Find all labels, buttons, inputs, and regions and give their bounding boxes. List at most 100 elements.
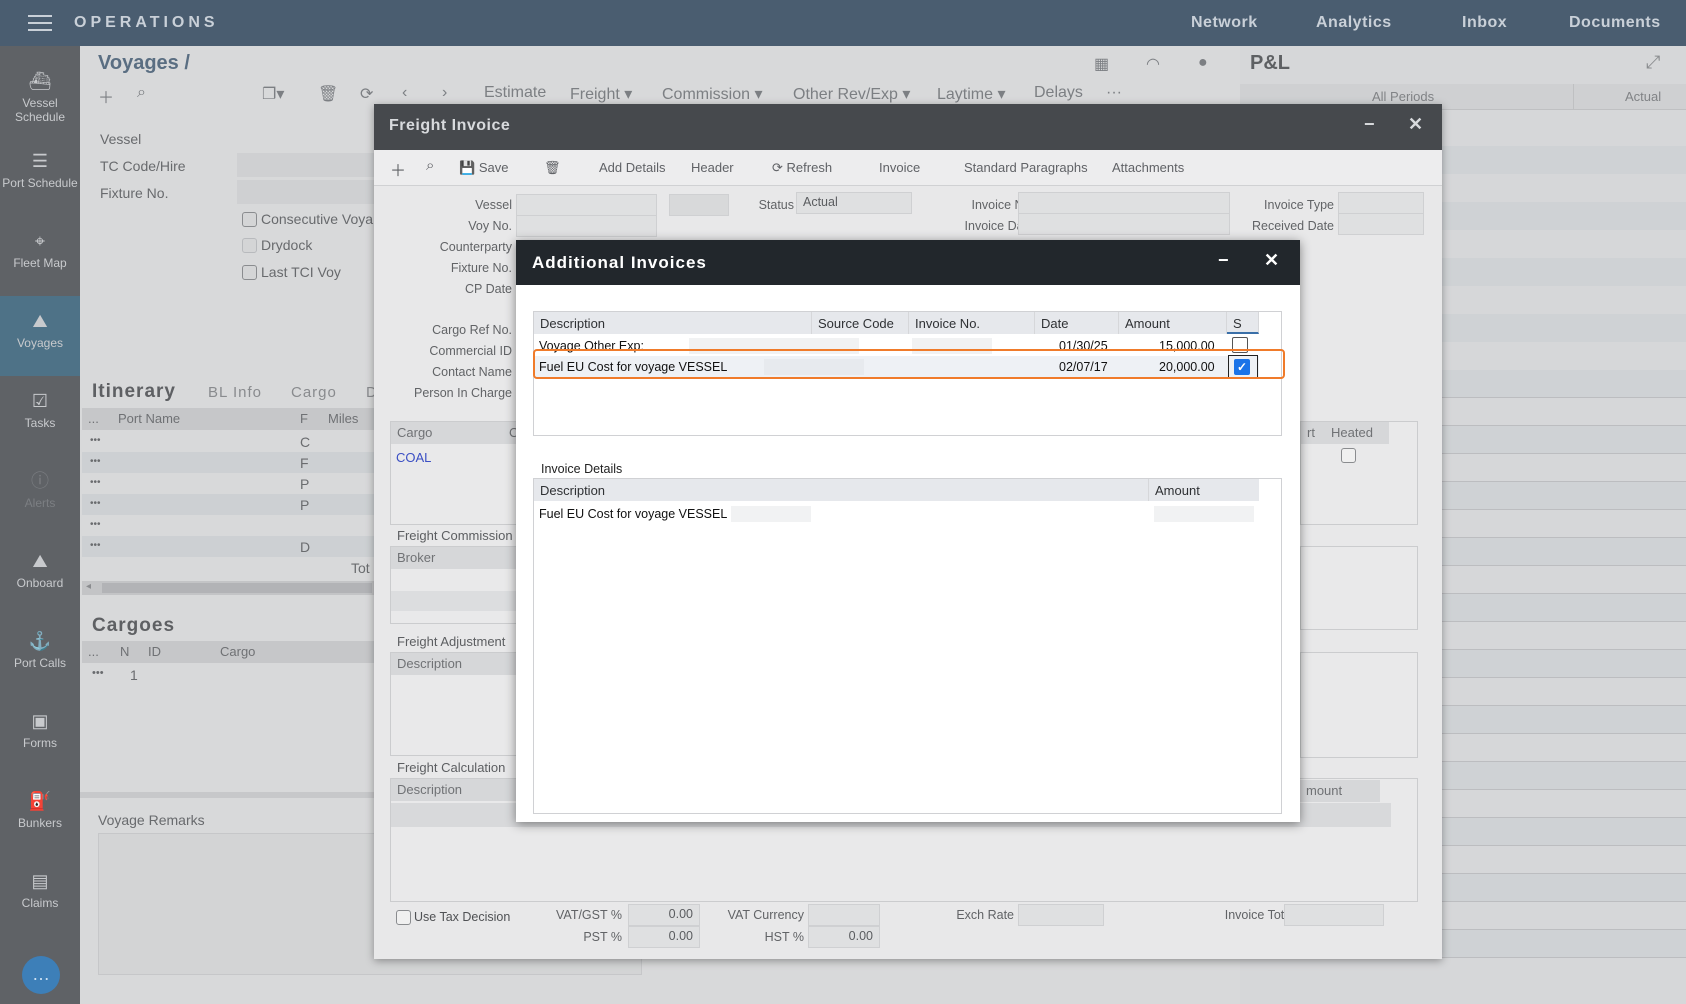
sidebar-item-tasks[interactable]: ☑ Tasks xyxy=(0,376,80,456)
refresh-label: Refresh xyxy=(786,160,833,175)
globe-icon[interactable]: ● xyxy=(1198,54,1208,72)
tc-code-input[interactable] xyxy=(237,153,377,177)
consecutive-voyage-checkbox[interactable] xyxy=(242,212,257,227)
scroll-left-icon[interactable]: ◂ xyxy=(86,581,91,592)
table-row[interactable]: ••• xyxy=(82,515,374,536)
menu-laytime[interactable]: Laytime ▾ xyxy=(937,84,1006,104)
menu-delays[interactable]: Delays xyxy=(1034,84,1083,102)
minimize-icon[interactable]: − xyxy=(1364,114,1375,135)
nav-inbox[interactable]: Inbox xyxy=(1462,14,1507,32)
pl-row xyxy=(1442,454,1686,482)
menu-commission[interactable]: Commission ▾ xyxy=(662,84,763,104)
vat-currency-input[interactable] xyxy=(808,904,880,926)
chat-icon[interactable]: … xyxy=(22,956,60,994)
add-icon[interactable]: ＋ xyxy=(98,84,114,108)
table-row[interactable] xyxy=(391,591,531,611)
search-icon[interactable]: ⌕ xyxy=(426,157,434,174)
add-details-button[interactable]: Add Details xyxy=(599,160,665,175)
hamburger-menu-icon[interactable] xyxy=(28,15,52,31)
vessel-input[interactable] xyxy=(516,194,657,216)
search-icon[interactable]: ⌕ xyxy=(137,84,146,102)
gantt-icon: ☰ xyxy=(31,151,49,171)
counterparty-label: Counterparty xyxy=(439,240,512,254)
nav-analytics[interactable]: Analytics xyxy=(1316,14,1392,32)
sidebar-item-forms[interactable]: ▣ Forms xyxy=(0,696,80,776)
scrollbar-thumb[interactable] xyxy=(102,583,372,593)
invoice-button[interactable]: Invoice xyxy=(879,160,920,175)
row-actions-icon[interactable]: ••• xyxy=(92,667,104,679)
table-row[interactable]: ••• P xyxy=(82,473,374,494)
sidebar-item-alerts[interactable]: ⓘ Alerts xyxy=(0,456,80,536)
grid-view-icon[interactable]: ▦ xyxy=(1094,54,1109,74)
row-actions-icon[interactable]: ••• xyxy=(90,435,101,446)
fixture-input[interactable] xyxy=(237,180,377,204)
nav-network[interactable]: Network xyxy=(1191,14,1258,32)
row-actions-icon[interactable]: ••• xyxy=(90,540,101,551)
received-date-input[interactable] xyxy=(1338,213,1424,235)
next-icon[interactable]: › xyxy=(442,84,447,102)
cargo-link-coal[interactable]: COAL xyxy=(396,450,431,465)
row-actions-icon[interactable]: ••• xyxy=(90,477,101,488)
pl-row xyxy=(1442,146,1686,174)
invoice-no-input[interactable] xyxy=(1018,192,1230,214)
table-row[interactable]: ••• P xyxy=(82,494,374,515)
vat-gst-input[interactable]: 0.00 xyxy=(628,904,700,926)
menu-other-rev-exp[interactable]: Other Rev/Exp ▾ xyxy=(793,84,910,104)
voy-no-input[interactable] xyxy=(516,215,657,237)
sidebar-item-onboard[interactable]: ⛰ Onboard xyxy=(0,536,80,616)
tab-cargo[interactable]: Cargo xyxy=(291,384,337,401)
invoice-type-input[interactable] xyxy=(1338,192,1424,214)
table-row[interactable]: Fuel EU Cost for voyage VESSEL xyxy=(534,503,1259,525)
row-actions-icon[interactable]: ••• xyxy=(90,456,101,467)
drydock-checkbox[interactable] xyxy=(242,238,257,253)
sidebar-item-claims[interactable]: ▤ Claims xyxy=(0,856,80,936)
delete-icon[interactable]: 🗑 xyxy=(318,84,338,104)
last-tci-voy-checkbox[interactable] xyxy=(242,265,257,280)
close-icon[interactable]: ✕ xyxy=(1264,250,1280,271)
sidebar-item-voyages[interactable]: ⛰ Voyages xyxy=(0,296,80,376)
freight-invoice-toolbar: ＋ ⌕ 💾 Save 🗑 Add Details Header ⟳ Refres… xyxy=(374,150,1442,186)
sidebar-item-port-calls[interactable]: ⚓ Port Calls xyxy=(0,616,80,696)
standard-paragraphs-button[interactable]: Standard Paragraphs xyxy=(964,160,1088,175)
pl-row xyxy=(1442,874,1686,902)
attachments-button[interactable]: Attachments xyxy=(1112,160,1184,175)
hst-input[interactable]: 0.00 xyxy=(808,926,880,948)
sidebar-item-fleet-map[interactable]: ⌖ Fleet Map xyxy=(0,216,80,296)
add-icon[interactable]: ＋ xyxy=(390,157,406,181)
menu-estimate[interactable]: Estimate xyxy=(484,84,546,102)
minimize-icon[interactable]: − xyxy=(1218,250,1230,271)
prev-icon[interactable]: ‹ xyxy=(402,84,407,102)
menu-freight[interactable]: Freight ▾ xyxy=(570,84,632,104)
refresh-icon[interactable]: ⟳ xyxy=(360,84,373,104)
row-actions-icon[interactable]: ••• xyxy=(90,498,101,509)
invoice-date-input[interactable] xyxy=(1018,213,1230,235)
use-tax-decision-checkbox[interactable] xyxy=(396,910,411,925)
header-button[interactable]: Header xyxy=(691,160,734,175)
row-f: D xyxy=(300,539,311,555)
save-button[interactable]: 💾 Save xyxy=(459,160,508,176)
table-row[interactable]: ••• 1 xyxy=(82,664,374,686)
sidebar-item-bunkers[interactable]: ⛽ Bunkers xyxy=(0,776,80,856)
more-menu[interactable]: ··· xyxy=(1106,84,1122,102)
delete-icon[interactable]: 🗑 xyxy=(544,160,561,176)
close-icon[interactable]: ✕ xyxy=(1408,114,1424,135)
sidebar-item-port-schedule[interactable]: ☰ Port Schedule xyxy=(0,136,80,216)
copy-icon[interactable]: ❐▾ xyxy=(262,84,284,104)
pst-input[interactable]: 0.00 xyxy=(628,926,700,948)
tab-bl-info[interactable]: BL Info xyxy=(208,384,262,401)
dashboard-gauge-icon[interactable]: ◠ xyxy=(1146,54,1160,74)
refresh-button[interactable]: ⟳ Refresh xyxy=(772,160,832,176)
row-actions-icon[interactable]: ••• xyxy=(90,519,101,530)
commercial-id-label: Commercial ID xyxy=(429,344,512,358)
itinerary-scrollbar[interactable]: ◂ xyxy=(82,581,374,595)
exch-rate-input[interactable] xyxy=(1018,904,1104,926)
nav-documents[interactable]: Documents xyxy=(1569,14,1661,32)
vessel-code-input[interactable] xyxy=(669,194,729,216)
table-row[interactable]: ••• F xyxy=(82,452,374,473)
table-row[interactable]: ••• D xyxy=(82,536,374,557)
sidebar-item-vessel-schedule[interactable]: ⛴ Vessel Schedule xyxy=(0,56,80,136)
expand-icon[interactable]: ⤢ xyxy=(1646,52,1660,73)
heated-checkbox[interactable] xyxy=(1341,448,1356,463)
table-row[interactable]: ••• C xyxy=(82,431,374,452)
col-description: Description xyxy=(391,779,531,801)
